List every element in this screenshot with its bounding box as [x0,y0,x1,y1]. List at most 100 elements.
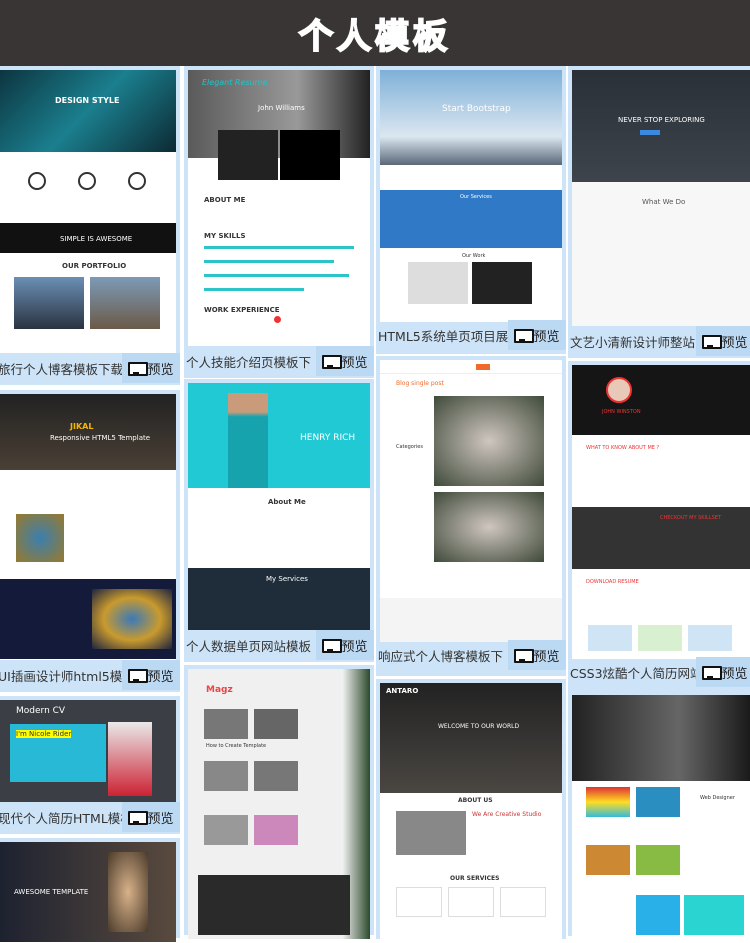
thumb-text: I'm Nicole Rider [16,730,72,738]
thumb-text: MY SKILLS [204,232,246,240]
caption-text: UI插画设计师html5模板 [0,668,122,684]
preview-label: 预览 [341,355,368,371]
thumb-title: Elegant Resume [202,78,268,87]
template-thumbnail[interactable]: ANTARO WELCOME TO OUR WORLD ABOUT US We … [380,683,562,943]
preview-button[interactable]: 预览 [316,630,374,660]
template-thumbnail[interactable]: JOHN WINSTON WHAT TO KNOW ABOUT ME ? CHE… [572,365,750,659]
template-caption: 个人技能介绍页模板下 预览 [184,346,374,376]
template-caption: HTML5系统单页项目展 预览 [376,320,566,350]
thumb-text: OUR PORTFOLIO [62,262,127,270]
page-header: 个人模板 [0,0,750,66]
template-thumbnail[interactable]: Web Designer [572,695,750,940]
thumb-title: JOHN WINSTON [602,409,641,415]
thumb-text: My Services [266,575,308,583]
preview-button[interactable]: 预览 [122,353,180,383]
preview-label: 预览 [147,669,174,685]
template-card[interactable]: NEVER STOP EXPLORING What We Do 文艺小清新设计师… [568,66,750,358]
template-card[interactable]: JIKAL Responsive HTML5 Template UI插画设计师h… [0,390,180,692]
thumb-text: Our Services [460,194,492,200]
template-thumbnail[interactable]: AWESOME TEMPLATE [0,842,176,942]
preview-button[interactable]: 预览 [696,326,750,356]
thumb-text: OUR SERVICES [450,875,500,882]
thumb-text: WELCOME TO OUR WORLD [438,723,520,730]
template-card[interactable]: JOHN WINSTON WHAT TO KNOW ABOUT ME ? CHE… [568,361,750,691]
thumb-text: Our Work [462,253,486,259]
template-card[interactable]: Start Bootstrap Our Services Our Work HT… [376,66,566,354]
preview-label: 预览 [721,335,748,351]
caption-text: 个人技能介绍页模板下 [186,354,312,370]
thumb-title: Magz [206,685,233,695]
preview-button[interactable]: 预览 [122,660,180,690]
template-card[interactable]: Elegant Resume John Williams ABOUT ME MY… [184,66,374,378]
template-thumbnail[interactable]: Modern CV I'm Nicole Rider [0,700,176,802]
template-caption: 现代个人简历HTML模板 预览 [0,802,180,832]
thumb-text: CHECKOUT MY SKILLSET [660,515,721,521]
preview-button[interactable]: 预览 [508,640,566,670]
caption-text: CSS3炫酷个人简历网站 [570,665,696,681]
preview-button[interactable]: 预览 [696,657,750,687]
thumb-text: ABOUT ME [204,196,246,204]
thumb-text: What We Do [642,198,686,206]
template-caption: CSS3炫酷个人简历网站 预览 [568,657,750,687]
template-thumbnail[interactable]: Magz How to Create Template [188,669,370,939]
preview-button[interactable]: 预览 [508,320,566,350]
monitor-icon [514,328,535,343]
monitor-icon [702,665,723,680]
template-caption: 个人数据单页网站模板 预览 [184,630,374,660]
caption-text: 响应式个人博客模板下 [378,648,504,664]
caption-text: 文艺小清新设计师整站 [570,334,696,350]
template-thumbnail[interactable]: JIKAL Responsive HTML5 Template [0,394,176,660]
preview-label: 预览 [533,329,560,345]
preview-label: 预览 [147,362,174,378]
thumb-title: DESIGN STYLE [55,96,120,105]
thumb-text: AWESOME TEMPLATE [14,888,89,896]
thumb-text: Categories [396,444,423,450]
template-thumbnail[interactable]: Elegant Resume John Williams ABOUT ME MY… [188,70,370,346]
template-grid: DESIGN STYLE SIMPLE IS AWESOME OUR PORTF… [0,66,750,943]
template-card[interactable]: Modern CV I'm Nicole Rider 现代个人简历HTML模板 … [0,696,180,834]
template-card[interactable]: Web Designer [568,691,750,940]
thumb-text: Responsive HTML5 Template [50,434,151,442]
thumb-text: DOWNLOAD RESUME [586,579,639,585]
template-thumbnail[interactable]: Blog single post Categories [380,360,562,642]
thumb-title: ANTARO [386,687,419,695]
preview-button[interactable]: 预览 [122,802,180,832]
monitor-icon [514,648,535,663]
thumb-title: HENRY RICH [300,433,356,443]
template-card[interactable]: HENRY RICH About Me My Services 个人数据单页网站… [184,379,374,662]
thumb-text: SIMPLE IS AWESOME [60,235,133,243]
thumb-title: Modern CV [16,706,66,716]
thumb-text: Web Designer [700,795,735,801]
monitor-icon [128,361,149,376]
monitor-icon [128,668,149,683]
template-card[interactable]: Blog single post Categories 响应式个人博客模板下 预… [376,356,566,676]
template-card[interactable]: AWESOME TEMPLATE [0,838,180,942]
template-caption: 文艺小清新设计师整站 预览 [568,326,750,356]
template-thumbnail[interactable]: Start Bootstrap Our Services Our Work [380,70,562,322]
preview-label: 预览 [721,666,748,682]
thumb-title: NEVER STOP EXPLORING [618,116,705,124]
thumb-text: About Me [268,498,306,506]
thumb-text: WHAT TO KNOW ABOUT ME ? [586,445,660,451]
template-card[interactable]: DESIGN STYLE SIMPLE IS AWESOME OUR PORTF… [0,66,180,385]
thumb-title: JIKAL [70,422,94,431]
thumb-text: WORK EXPERIENCE [204,306,280,314]
preview-label: 预览 [341,639,368,655]
template-thumbnail[interactable]: HENRY RICH About Me My Services [188,383,370,630]
caption-text: 旅行个人博客模板下载 [0,361,122,377]
template-thumbnail[interactable]: DESIGN STYLE SIMPLE IS AWESOME OUR PORTF… [0,70,176,353]
preview-label: 预览 [147,811,174,827]
template-caption: UI插画设计师html5模板 预览 [0,660,180,690]
thumb-title: Start Bootstrap [442,104,511,114]
thumb-text: ABOUT US [458,797,493,804]
thumb-text: John Williams [258,104,305,112]
template-thumbnail[interactable]: NEVER STOP EXPLORING What We Do [572,70,750,326]
template-card[interactable]: Magz How to Create Template [184,665,374,939]
monitor-icon [702,334,723,349]
monitor-icon [322,638,343,653]
template-card[interactable]: ANTARO WELCOME TO OUR WORLD ABOUT US We … [376,679,566,943]
page-title: 个人模板 [298,16,451,58]
thumb-text: How to Create Template [206,743,267,749]
template-caption: 旅行个人博客模板下载 预览 [0,353,180,383]
preview-button[interactable]: 预览 [316,346,374,376]
